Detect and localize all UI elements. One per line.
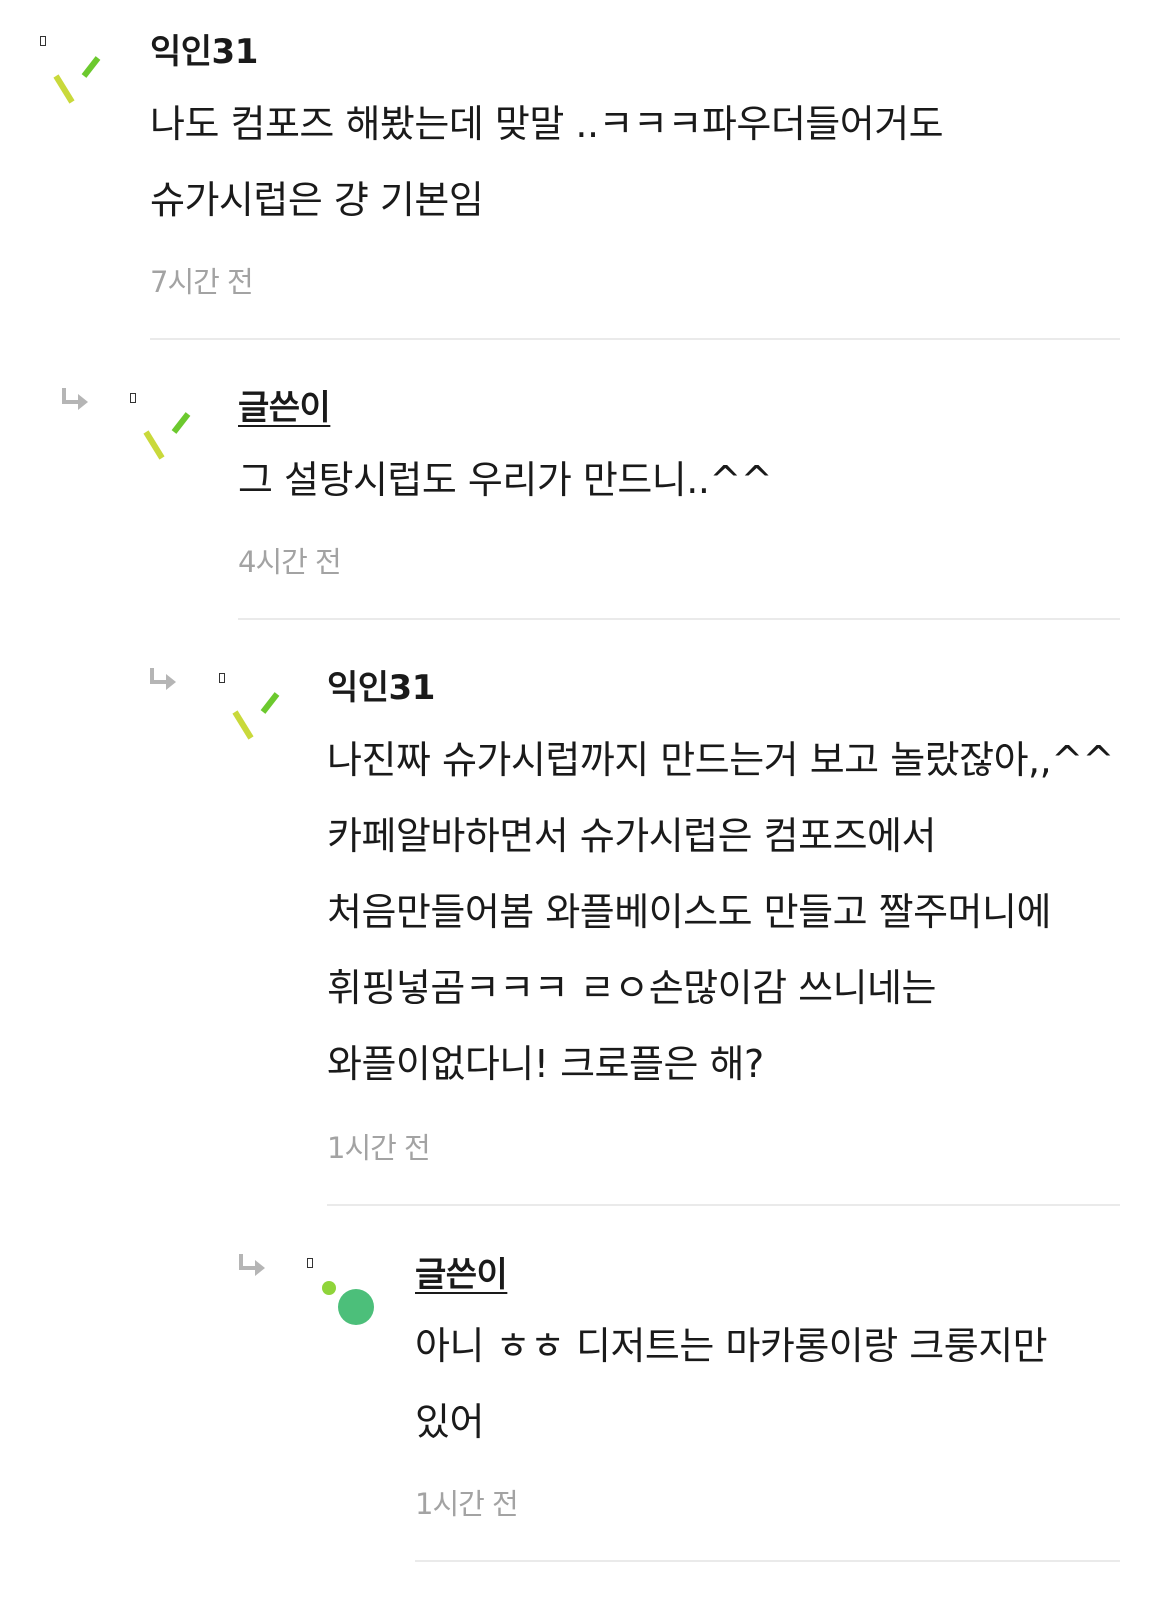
comment-author[interactable]: 글쓴이 <box>238 388 331 428</box>
reply-arrow-icon <box>150 668 176 690</box>
comment-divider <box>327 1204 1120 1206</box>
reply-arrow-icon <box>239 1254 265 1276</box>
comment-author[interactable]: 글쓴이 <box>415 1255 508 1295</box>
comment-divider <box>415 1560 1120 1562</box>
comment-text: 나진짜 슈가시럽까지 만드는거 보고 놀랐잖아,,^^카페알바하면서 슈가시럽은… <box>327 738 1114 1086</box>
broken-image-icon <box>40 36 46 46</box>
broken-image-icon <box>219 673 225 683</box>
comment-time: 4시간 전 <box>238 545 342 579</box>
reply-arrow-icon <box>62 388 88 410</box>
anonymous-avatar-icon <box>53 56 101 104</box>
anonymous-avatar-icon <box>232 692 280 740</box>
comment-text: 아니 ㅎㅎ 디저트는 마카롱이랑 크룽지만 있어 <box>415 1324 1048 1444</box>
comment-time: 1시간 전 <box>327 1131 431 1165</box>
anonymous-avatar-icon <box>143 412 191 460</box>
comment-time: 7시간 전 <box>150 265 254 299</box>
op-avatar-icon <box>322 1281 374 1325</box>
comment-divider <box>150 338 1120 340</box>
comment-author[interactable]: 익인31 <box>327 668 435 708</box>
comment-divider <box>238 618 1120 620</box>
comment-author[interactable]: 익인31 <box>150 32 258 72</box>
comment-text: 그 설탕시럽도 우리가 만드니..^^ <box>238 458 773 502</box>
broken-image-icon <box>130 393 136 403</box>
comment-time: 1시간 전 <box>415 1487 519 1521</box>
comment-text: 나도 컴포즈 해봤는데 맞말 ..ㅋㅋㅋ파우더들어거도 슈가시럽은 걍 기본임 <box>150 102 944 222</box>
broken-image-icon <box>307 1258 313 1268</box>
